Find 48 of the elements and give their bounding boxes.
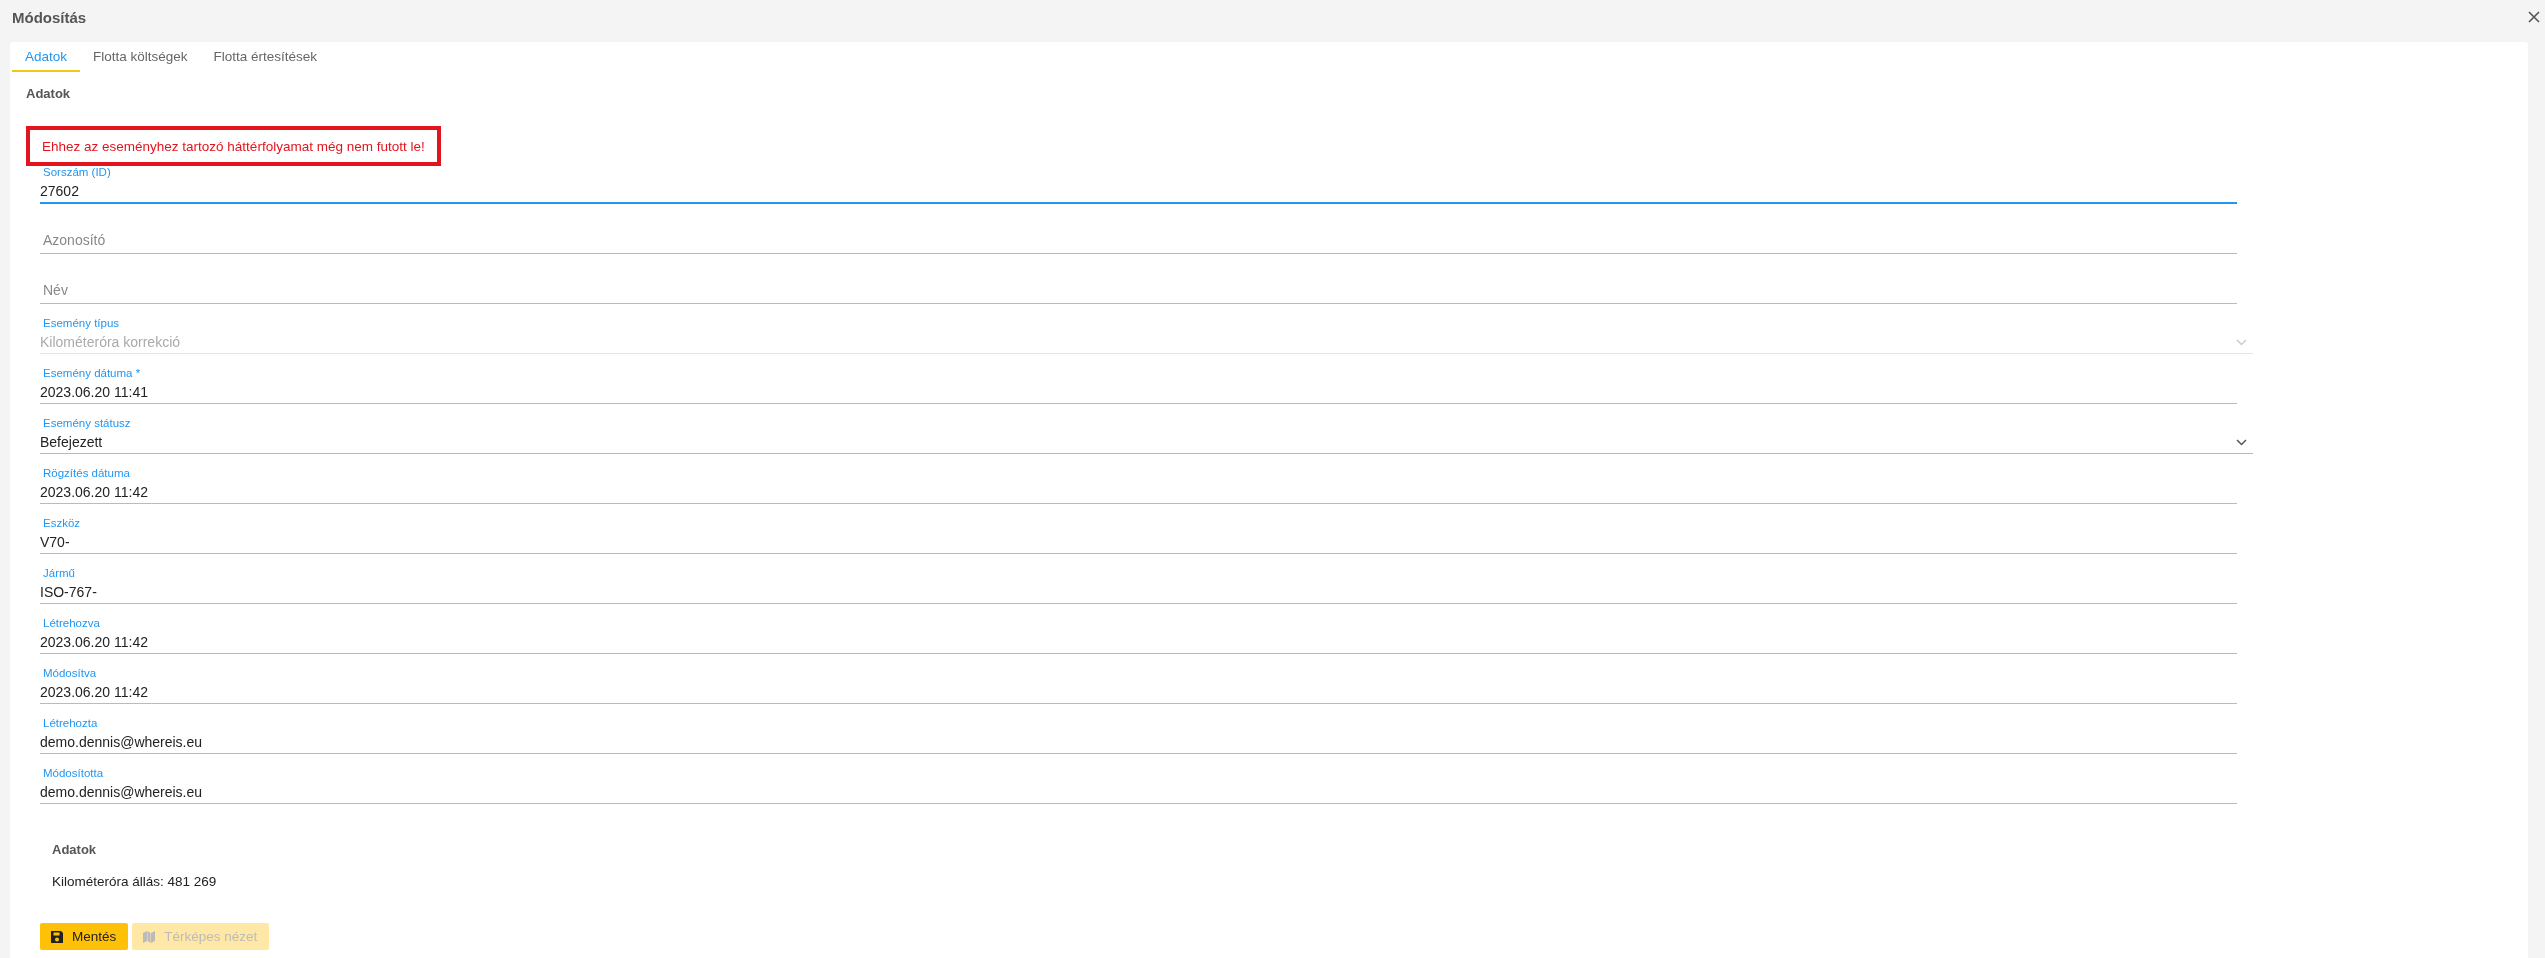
field-label: Eszköz (42, 516, 82, 530)
error-message: Ehhez az eseményhez tartozó háttérfolyamat még nem futott le! (26, 126, 441, 166)
field-label: Módosítva (42, 666, 98, 680)
field-value: Kilométeróra korrekció (40, 333, 181, 352)
input-field[interactable]: Név (40, 254, 2237, 304)
input-field[interactable]: Sorszám (ID) 27602 (40, 166, 2237, 204)
input-field[interactable]: Módosította demo.dennis@whereis.eu (40, 754, 2237, 804)
field-label: Esemény típus (42, 316, 121, 330)
input-field[interactable]: Módosítva 2023.06.20 11:42 (40, 654, 2237, 704)
field-label: Jármű (42, 566, 76, 580)
select-field[interactable]: Esemény státusz Befejezett (40, 404, 2253, 454)
section-heading: Adatok (52, 842, 98, 859)
field-value: Befejezett (40, 433, 103, 452)
field-value: V70- (40, 533, 70, 552)
field-value: 2023.06.20 11:42 (40, 683, 148, 702)
field-placeholder: Azonosító (42, 231, 107, 250)
field-label: Létrehozta (42, 716, 99, 730)
field-value: 2023.06.20 11:41 (40, 383, 148, 402)
field-value: demo.dennis@whereis.eu (40, 733, 203, 752)
field-value: demo.dennis@whereis.eu (40, 783, 203, 802)
input-field[interactable]: Azonosító (40, 204, 2237, 254)
input-field[interactable]: Létrehozta demo.dennis@whereis.eu (40, 704, 2237, 754)
input-field[interactable]: Esemény dátuma * 2023.06.20 11:41 (40, 354, 2237, 404)
field-value: 2023.06.20 11:42 (40, 483, 148, 502)
field-value: 2023.06.20 11:42 (40, 633, 148, 652)
section-heading: Adatok (25, 85, 72, 103)
button[interactable]: Mentés (40, 923, 129, 950)
odometer-text: Kilométeróra állás: 481 269 (52, 874, 218, 889)
field-placeholder: Név (42, 281, 69, 300)
close-button[interactable] (2527, 10, 2541, 24)
field-value: 27602 (40, 182, 79, 201)
field-label: Esemény dátuma * (42, 366, 142, 380)
input-field[interactable]: Rögzítés dátuma 2023.06.20 11:42 (40, 454, 2237, 504)
field-label: Sorszám (ID) (42, 165, 112, 179)
window-title: Módosítás (12, 8, 87, 26)
input-field[interactable]: Létrehozva 2023.06.20 11:42 (40, 604, 2237, 654)
field-value: ISO-767- (40, 583, 97, 602)
input-field[interactable]: Eszköz V70- (40, 504, 2237, 554)
input-field[interactable]: Jármű ISO-767- (40, 554, 2237, 604)
chevron-down-icon (2236, 339, 2247, 346)
map-icon (142, 929, 157, 944)
tab[interactable]: Flotta költségek (80, 42, 201, 72)
field-label: Létrehozva (42, 616, 101, 630)
tab[interactable]: Flotta értesítések (200, 42, 331, 72)
chevron-down-icon (2236, 439, 2247, 446)
field-label: Esemény státusz (42, 416, 132, 430)
field-label: Rögzítés dátuma (42, 466, 131, 480)
field-label: Módosította (42, 766, 105, 780)
